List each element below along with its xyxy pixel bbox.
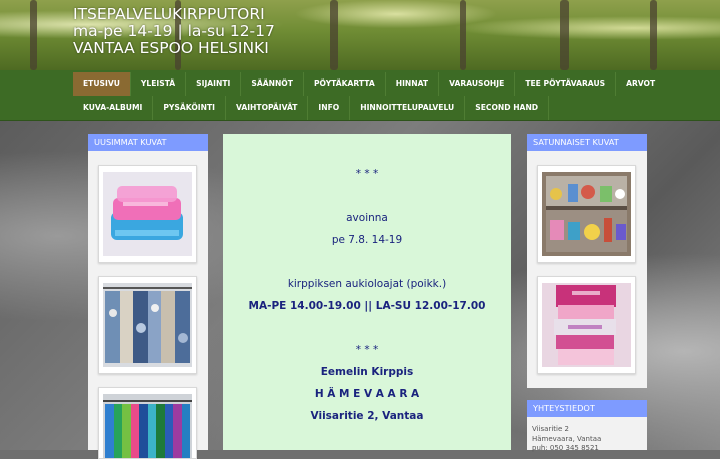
- contact-area: Hämevaara, Vantaa: [532, 434, 602, 443]
- photo-thumbnail-pink-boxes[interactable]: [98, 165, 197, 263]
- random-photos-widget: [527, 151, 647, 388]
- tree-trunk-decoration: [30, 0, 37, 70]
- nav-item-hinnoittelupalvelu[interactable]: HINNOITTELUPALVELU: [350, 96, 466, 120]
- nav-item-vaihtopaivat[interactable]: VAIHTOPÄIVÄT: [226, 96, 309, 120]
- photo-thumbnail-toy-shelf[interactable]: [537, 165, 636, 263]
- site-header: ITSEPALVELUKIRPPUTORI ma-pe 14-19 | la-s…: [0, 0, 720, 70]
- random-photos-title: SATUNNAISET KUVAT: [527, 134, 647, 151]
- separator-stars-bottom: * * *: [355, 344, 379, 356]
- photo-pink-clothes: [542, 283, 631, 367]
- nav-row-1: ETUSIVU YLEISTÄ SIJAINTI SÄÄNNÖT PÖYTÄKA…: [73, 72, 665, 96]
- site-title[interactable]: ITSEPALVELUKIRPPUTORI ma-pe 14-19 | la-s…: [73, 6, 275, 57]
- photo-clothes-rack: [103, 394, 192, 458]
- main-content: * * * avoinna pe 7.8. 14-19 kirppiksen a…: [223, 134, 511, 450]
- tree-trunk-decoration: [560, 0, 569, 70]
- opening-hours-label: kirppiksen aukioloajat (poikk.): [287, 278, 447, 290]
- nav-item-saannot[interactable]: SÄÄNNÖT: [241, 72, 304, 96]
- tree-trunk-decoration: [460, 0, 466, 70]
- nav-item-etusivu[interactable]: ETUSIVU: [73, 72, 131, 96]
- photo-thumbnail-jackets[interactable]: [98, 276, 197, 374]
- latest-photos-title: UUSIMMAT KUVAT: [88, 134, 208, 151]
- nav-item-yleista[interactable]: YLEISTÄ: [131, 72, 187, 96]
- opening-date: pe 7.8. 14-19: [331, 234, 403, 246]
- nav-item-arvot[interactable]: ARVOT: [616, 72, 665, 96]
- photo-thumbnail-clothes-rack[interactable]: [98, 387, 197, 459]
- shop-name: Eemelin Kirppis: [320, 366, 414, 378]
- photo-toy-shelf: [542, 172, 631, 256]
- tree-trunk-decoration: [650, 0, 657, 70]
- nav-item-tee-poytavaraus[interactable]: TEE PÖYTÄVARAUS: [515, 72, 617, 96]
- contact-phone: puh: 050 345 8521: [532, 444, 599, 452]
- photo-thumbnail-pink-clothes[interactable]: [537, 276, 636, 374]
- opening-notice: avoinna: [346, 212, 388, 224]
- site-title-line-2[interactable]: ma-pe 14-19 | la-su 12-17: [73, 23, 275, 40]
- separator-stars-top: * * *: [355, 168, 379, 180]
- nav-item-second-hand[interactable]: SECOND HAND: [465, 96, 550, 120]
- shop-address: Viisaritie 2, Vantaa: [310, 410, 424, 422]
- main-navigation: ETUSIVU YLEISTÄ SIJAINTI SÄÄNNÖT PÖYTÄKA…: [0, 70, 720, 121]
- nav-item-info[interactable]: INFO: [308, 96, 351, 120]
- contact-info-text: Viisaritie 2 Hämevaara, Vantaa puh: 050 …: [532, 425, 642, 454]
- latest-photos-widget: [88, 151, 208, 459]
- nav-item-poytakartta[interactable]: PÖYTÄKARTTA: [304, 72, 386, 96]
- nav-item-pysakointi[interactable]: PYSÄKÖINTI: [153, 96, 226, 120]
- nav-item-varausohje[interactable]: VARAUSOHJE: [439, 72, 516, 96]
- contact-street: Viisaritie 2: [532, 425, 569, 433]
- opening-hours: MA-PE 14.00-19.00 || LA-SU 12.00-17.00: [248, 300, 486, 312]
- site-title-line-3[interactable]: VANTAA ESPOO HELSINKI: [73, 40, 275, 57]
- photo-jackets: [103, 283, 192, 367]
- tree-trunk-decoration: [330, 0, 338, 70]
- site-title-line-1[interactable]: ITSEPALVELUKIRPPUTORI: [73, 6, 275, 23]
- contact-info-title: YHTEYSTIEDOT: [527, 400, 647, 417]
- shop-area: H Ä M E V A A R A: [314, 388, 420, 400]
- photo-pink-boxes: [103, 172, 192, 256]
- nav-item-hinnat[interactable]: HINNAT: [386, 72, 440, 96]
- nav-row-2: KUVA-ALBUMI PYSÄKÖINTI VAIHTOPÄIVÄT INFO…: [73, 96, 550, 120]
- nav-item-sijainti[interactable]: SIJAINTI: [186, 72, 242, 96]
- nav-item-kuva-albumi[interactable]: KUVA-ALBUMI: [73, 96, 154, 120]
